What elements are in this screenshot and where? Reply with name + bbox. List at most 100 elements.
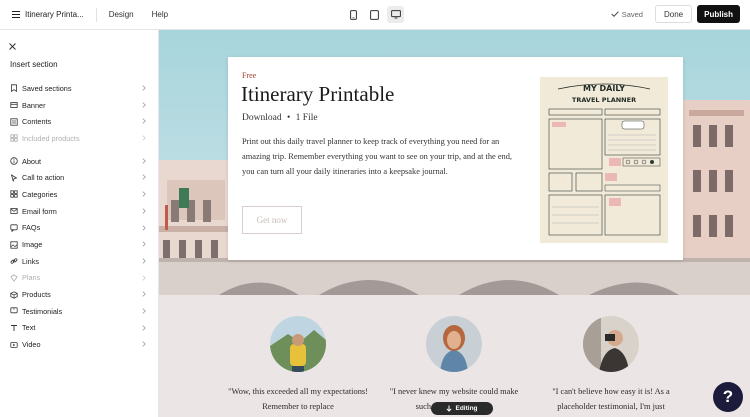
file-count: 1 File (295, 113, 318, 123)
plans-icon (10, 274, 18, 282)
section-item-call-to-action[interactable]: Call to action (0, 169, 159, 186)
section-item-label: Contents (22, 117, 52, 127)
editing-label: Editing (455, 405, 478, 412)
video-icon (10, 341, 18, 348)
link-icon (10, 258, 18, 264)
testimonial-icon: " (10, 307, 18, 314)
planner-preview-image: MY DAILY TRAVEL PLANNER (540, 77, 668, 243)
info-icon (10, 157, 18, 165)
chevron-right-icon (142, 118, 146, 125)
testimonial-avatar (426, 316, 482, 372)
products-icon (10, 134, 18, 143)
testimonial-avatar (270, 316, 326, 372)
section-item-links[interactable]: Links (0, 253, 159, 270)
product-meta: Download • 1 File (242, 113, 318, 123)
section-list: Saved sections Banner Contents Included pro… (0, 80, 159, 353)
check-icon (610, 11, 619, 17)
section-item-label: Links (22, 256, 40, 266)
section-item-saved-sections[interactable]: Saved sections (0, 80, 159, 97)
hero-section[interactable]: Free Itinerary Printable Download • 1 Fi… (159, 30, 750, 295)
chevron-right-icon (142, 324, 146, 331)
editing-badge[interactable]: Editing (431, 402, 493, 415)
section-item-products[interactable]: Products (0, 286, 159, 303)
get-now-button[interactable]: Get now (242, 206, 302, 234)
section-item-label: Testimonials (22, 306, 63, 316)
contents-icon (10, 118, 18, 126)
chevron-right-icon (142, 291, 146, 297)
top-bar: Itinerary Printa... Design Help Saved Do… (0, 0, 750, 30)
download-label: Download (242, 113, 282, 123)
divider (95, 7, 97, 22)
section-item-label: Banner (22, 100, 46, 110)
section-item-label: Image (22, 240, 43, 250)
done-button[interactable]: Done (654, 5, 693, 23)
device-switcher (345, 6, 404, 23)
chevron-right-icon (142, 341, 146, 347)
section-item-label: Products (22, 290, 51, 300)
section-item-label: Saved sections (22, 83, 72, 93)
product-description[interactable]: Print out this daily travel planner to k… (242, 134, 526, 179)
site-title: Itinerary Printa... (25, 10, 84, 19)
testimonial-avatar (583, 316, 639, 372)
section-item-label: About (22, 156, 42, 166)
chevron-right-icon (142, 274, 146, 281)
text-icon (11, 325, 17, 331)
chevron-right-icon (142, 191, 146, 197)
section-item-video[interactable]: Video (0, 336, 159, 353)
svg-text:": " (13, 308, 15, 313)
cursor-icon (10, 173, 18, 182)
section-item-testimonials[interactable]: " Testimonials (0, 303, 159, 320)
close-icon[interactable] (9, 43, 16, 50)
faq-icon (10, 224, 18, 232)
section-item-label: Categories (22, 189, 58, 199)
chevron-right-icon (142, 158, 146, 164)
chevron-right-icon (142, 258, 146, 264)
help-tab[interactable]: Help (152, 10, 168, 19)
price-label: Free (242, 71, 257, 80)
bookmark-icon (11, 84, 17, 93)
top-bar-actions: Saved Done Publish (610, 5, 740, 23)
chevron-right-icon (142, 85, 146, 91)
chevron-right-icon (142, 208, 146, 214)
section-item-text[interactable]: Text (0, 320, 159, 337)
chevron-right-icon (142, 174, 146, 181)
desktop-view-button[interactable] (387, 6, 404, 23)
mobile-view-button[interactable] (345, 6, 362, 23)
testimonial-quote: "I can't believe how easy it is! As a pl… (552, 387, 670, 411)
section-item-categories[interactable]: Categories (0, 186, 159, 203)
section-item-label: Call to action (22, 173, 65, 183)
section-item-about[interactable]: About (0, 153, 159, 170)
desktop-icon (390, 10, 401, 19)
planner-title-bottom: TRAVEL PLANNER (572, 96, 636, 104)
section-item-email-form[interactable]: Email form (0, 203, 159, 220)
publish-button[interactable]: Publish (697, 5, 740, 23)
section-item-banner[interactable]: Banner (0, 97, 159, 114)
tablet-view-button[interactable] (366, 6, 383, 23)
section-item-contents[interactable]: Contents (0, 113, 159, 130)
section-item-image[interactable]: Image (0, 236, 159, 253)
section-item-faqs[interactable]: FAQs (0, 220, 159, 237)
banner-icon (10, 102, 18, 108)
section-item-included-products: Included products (0, 130, 159, 147)
categories-icon (10, 190, 18, 199)
chevron-right-icon (142, 308, 146, 314)
chevron-right-icon (142, 135, 146, 141)
saved-label: Saved (621, 9, 643, 19)
section-item-label: FAQs (22, 223, 41, 233)
product-title[interactable]: Itinerary Printable (241, 82, 394, 107)
panel-title: Insert section (10, 60, 58, 69)
section-item-label: Video (22, 340, 41, 350)
section-item-label: Email form (22, 206, 57, 216)
section-item-plans: Plans (0, 270, 159, 287)
testimonials-section[interactable]: "Wow, this exceeded all my expectations!… (159, 295, 750, 417)
image-icon (10, 240, 18, 249)
insert-section-panel: Insert section Saved sections Banner Conte… (0, 30, 159, 417)
design-tab[interactable]: Design (109, 10, 134, 19)
box-icon (10, 290, 18, 299)
site-menu[interactable]: Itinerary Printa... (12, 10, 84, 19)
help-button[interactable]: ? (713, 382, 743, 412)
saved-status: Saved (610, 9, 643, 19)
page-canvas: Free Itinerary Printable Download • 1 Fi… (159, 30, 750, 417)
planner-title-top: MY DAILY (583, 84, 625, 93)
meta-bullet: • (286, 113, 291, 123)
